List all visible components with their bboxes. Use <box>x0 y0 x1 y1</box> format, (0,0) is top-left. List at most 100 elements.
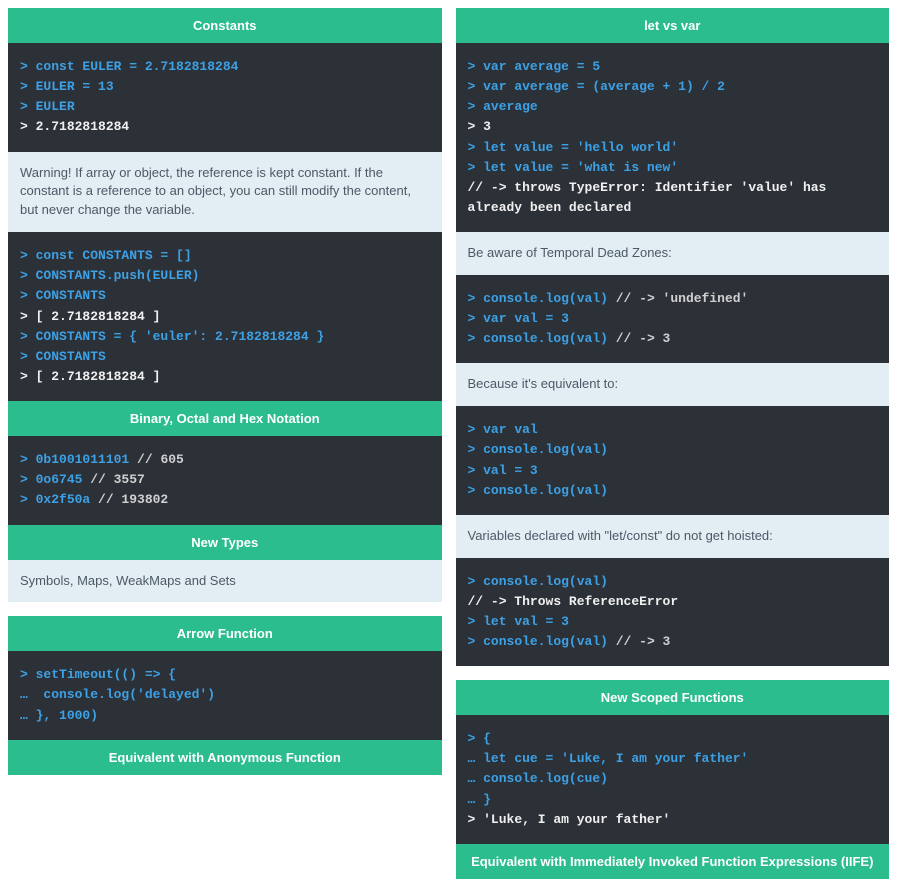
code-output: [ 2.7182818284 ] <box>36 309 161 324</box>
prompt: > <box>20 452 36 467</box>
code-line: var average = 5 <box>483 59 600 74</box>
code-line: console.log(val) <box>483 291 608 306</box>
code-line: let val = 3 <box>483 614 569 629</box>
code-line: val = 3 <box>483 463 538 478</box>
prompt: > <box>20 369 36 384</box>
prompt: > <box>468 140 484 155</box>
comment: // -> 3 <box>608 331 670 346</box>
prompt: > <box>20 288 36 303</box>
code-line: var val <box>483 422 538 437</box>
code-line: var val = 3 <box>483 311 569 326</box>
comment: // 3557 <box>82 472 144 487</box>
prompt: > <box>20 119 36 134</box>
letvar-note-3: Variables declared with "let/const" do n… <box>456 515 890 558</box>
prompt: > <box>20 329 36 344</box>
code-line: console.log(val) <box>483 483 608 498</box>
prompt: > <box>468 812 484 827</box>
code-line: EULER = 13 <box>36 79 114 94</box>
prompt: > <box>468 99 484 114</box>
code-line: average <box>483 99 538 114</box>
code-line: console.log(val) <box>483 574 608 589</box>
arrow-code: > setTimeout(() => { … console.log('dela… <box>8 651 442 739</box>
prompt: > <box>20 99 36 114</box>
code-line: CONSTANTS.push(EULER) <box>36 268 200 283</box>
letvar-note-2: Because it's equivalent to: <box>456 363 890 406</box>
prompt: > <box>468 119 484 134</box>
ellipsis: … <box>468 792 484 807</box>
prompt: > <box>20 268 36 283</box>
prompt: > <box>468 79 484 94</box>
code-line: console.log(val) <box>483 442 608 457</box>
code-line: const CONSTANTS = [] <box>36 248 192 263</box>
code-line: CONSTANTS <box>36 288 106 303</box>
notation-header: Binary, Octal and Hex Notation <box>8 401 442 436</box>
letvar-header: let vs var <box>456 8 890 43</box>
comment: // 605 <box>129 452 184 467</box>
scoped-sub-header: Equivalent with Immediately Invoked Func… <box>456 844 890 879</box>
code-line: }, 1000) <box>36 708 98 723</box>
code-output: // -> Throws ReferenceError <box>468 594 679 609</box>
prompt: > <box>468 463 484 478</box>
scoped-card: New Scoped Functions > { … let cue = 'Lu… <box>456 680 890 879</box>
code-output: 3 <box>483 119 491 134</box>
notation-code: > 0b1001011101 // 605 > 0o6745 // 3557 >… <box>8 436 442 524</box>
left-column: Constants > const EULER = 2.7182818284 >… <box>8 8 442 879</box>
comment: // 193802 <box>90 492 168 507</box>
ellipsis: … <box>20 687 43 702</box>
prompt: > <box>468 614 484 629</box>
code-line: var average = (average + 1) / 2 <box>483 79 725 94</box>
code-output: [ 2.7182818284 ] <box>36 369 161 384</box>
letvar-note-1: Be aware of Temporal Dead Zones: <box>456 232 890 275</box>
prompt: > <box>20 349 36 364</box>
ellipsis: … <box>468 751 484 766</box>
letvar-code-1: > var average = 5 > var average = (avera… <box>456 43 890 232</box>
code-output: 2.7182818284 <box>36 119 130 134</box>
ellipsis: … <box>468 771 484 786</box>
prompt: > <box>20 472 36 487</box>
comment: // -> 'undefined' <box>608 291 748 306</box>
code-line: let value = 'what is new' <box>483 160 678 175</box>
constants-warning: Warning! If array or object, the referen… <box>8 152 442 233</box>
code-line: let cue = 'Luke, I am your father' <box>483 751 748 766</box>
arrow-header: Arrow Function <box>8 616 442 651</box>
prompt: > <box>468 291 484 306</box>
prompt: > <box>468 311 484 326</box>
letvar-code-2: > console.log(val) // -> 'undefined' > v… <box>456 275 890 363</box>
code-line: 0b1001011101 <box>36 452 130 467</box>
constants-code-1: > const EULER = 2.7182818284 > EULER = 1… <box>8 43 442 152</box>
newtypes-text: Symbols, Maps, WeakMaps and Sets <box>8 560 442 603</box>
prompt: > <box>20 667 36 682</box>
right-column: let vs var > var average = 5 > var avera… <box>456 8 890 879</box>
prompt: > <box>20 79 36 94</box>
code-line: let value = 'hello world' <box>483 140 678 155</box>
comment: // -> 3 <box>608 634 670 649</box>
code-line: { <box>483 731 491 746</box>
code-output: 'Luke, I am your father' <box>483 812 670 827</box>
prompt: > <box>20 59 36 74</box>
code-line: 0o6745 <box>36 472 83 487</box>
code-line: EULER <box>36 99 75 114</box>
code-line: console.log(cue) <box>483 771 608 786</box>
prompt: > <box>468 442 484 457</box>
code-line: console.log(val) <box>483 634 608 649</box>
code-output: // -> throws TypeError: Identifier 'valu… <box>468 180 835 215</box>
newtypes-header: New Types <box>8 525 442 560</box>
constants-card: Constants > const EULER = 2.7182818284 >… <box>8 8 442 602</box>
letvar-code-3: > var val > console.log(val) > val = 3 >… <box>456 406 890 515</box>
code-line: console.log('delayed') <box>43 687 215 702</box>
arrow-sub-header: Equivalent with Anonymous Function <box>8 740 442 775</box>
constants-code-2: > const CONSTANTS = [] > CONSTANTS.push(… <box>8 232 442 401</box>
prompt: > <box>468 574 484 589</box>
code-line: const EULER = 2.7182818284 <box>36 59 239 74</box>
code-line: 0x2f50a <box>36 492 91 507</box>
prompt: > <box>468 483 484 498</box>
prompt: > <box>468 422 484 437</box>
code-line: } <box>483 792 491 807</box>
scoped-code: > { … let cue = 'Luke, I am your father'… <box>456 715 890 844</box>
prompt: > <box>20 248 36 263</box>
code-line: console.log(val) <box>483 331 608 346</box>
prompt: > <box>468 59 484 74</box>
ellipsis: … <box>20 708 36 723</box>
code-line: setTimeout(() => { <box>36 667 176 682</box>
prompt: > <box>468 331 484 346</box>
